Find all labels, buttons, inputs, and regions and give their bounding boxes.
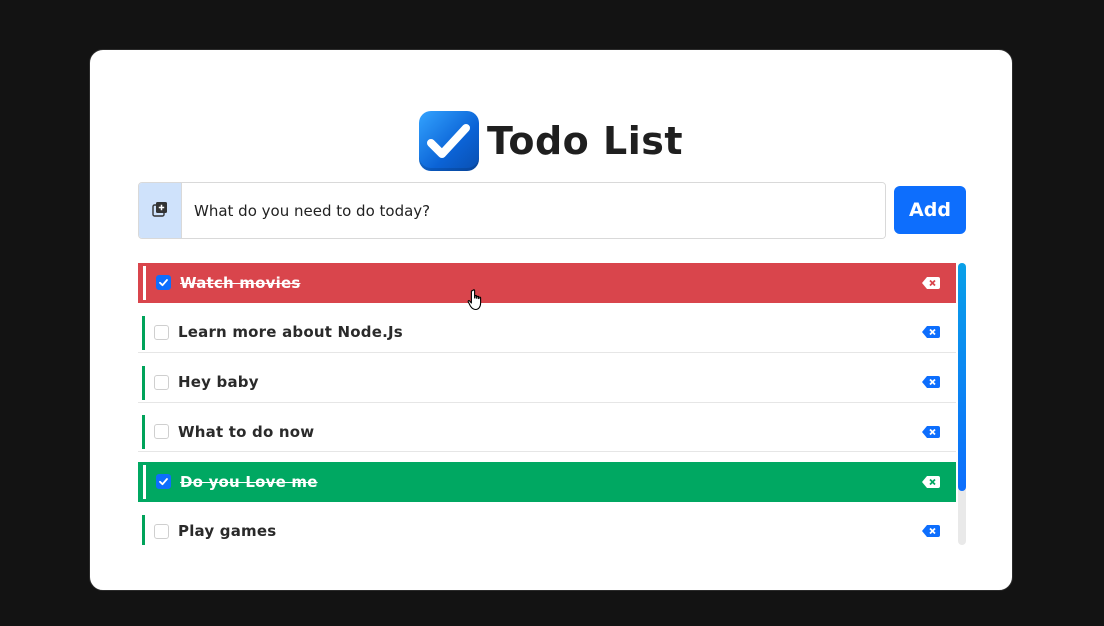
item-accent-bar — [142, 365, 145, 400]
scrollbar-thumb[interactable] — [958, 263, 966, 491]
new-todo-form: Add — [138, 182, 968, 239]
todo-label: Hey baby — [178, 373, 259, 392]
delete-icon[interactable] — [922, 376, 940, 389]
item-accent-bar — [142, 315, 145, 350]
todo-checkbox[interactable] — [154, 374, 169, 390]
todo-item[interactable]: Watch movies — [138, 263, 956, 303]
delete-icon[interactable] — [922, 326, 940, 339]
add-to-queue-icon — [152, 201, 168, 221]
item-accent-bar — [143, 465, 146, 500]
app-header: Todo List — [90, 110, 1012, 172]
todo-checkbox[interactable] — [154, 324, 169, 340]
add-button[interactable]: Add — [894, 186, 966, 234]
todo-item[interactable]: Do you Love me — [138, 462, 956, 503]
hand-pointer-cursor-icon — [467, 289, 482, 311]
list-scrollbar[interactable] — [958, 263, 966, 545]
todo-label: What to do now — [178, 422, 315, 441]
todo-item[interactable]: What to do now — [138, 412, 956, 453]
todo-checkbox[interactable] — [154, 523, 169, 539]
item-accent-bar — [142, 514, 145, 545]
todo-label: Play games — [178, 522, 277, 541]
todo-checkbox[interactable] — [156, 275, 171, 290]
todo-label: Do you Love me — [180, 472, 318, 491]
todo-item[interactable]: Play games — [138, 511, 956, 545]
delete-icon[interactable] — [922, 525, 940, 538]
todo-item[interactable]: Learn more about Node.Js — [138, 312, 956, 353]
delete-icon[interactable] — [922, 276, 940, 289]
new-todo-input[interactable] — [182, 183, 885, 238]
checkmark-app-logo-icon — [418, 111, 479, 171]
todo-checkbox[interactable] — [154, 424, 169, 440]
item-accent-bar — [142, 415, 145, 450]
todo-label: Learn more about Node.Js — [178, 323, 403, 342]
item-accent-bar — [143, 266, 146, 300]
delete-icon[interactable] — [922, 425, 940, 438]
todo-list: Watch movies Learn more about Node.Js He… — [138, 263, 956, 545]
delete-icon[interactable] — [922, 475, 940, 488]
todo-item[interactable]: Hey baby — [138, 362, 956, 403]
input-prefix — [139, 183, 182, 238]
new-todo-input-group — [138, 182, 886, 239]
todo-checkbox[interactable] — [156, 474, 171, 490]
todo-card: Todo List Add — [89, 49, 1013, 591]
app-title: Todo List — [486, 119, 684, 163]
todo-list-container: Watch movies Learn more about Node.Js He… — [138, 263, 968, 545]
todo-label: Watch movies — [180, 273, 301, 292]
